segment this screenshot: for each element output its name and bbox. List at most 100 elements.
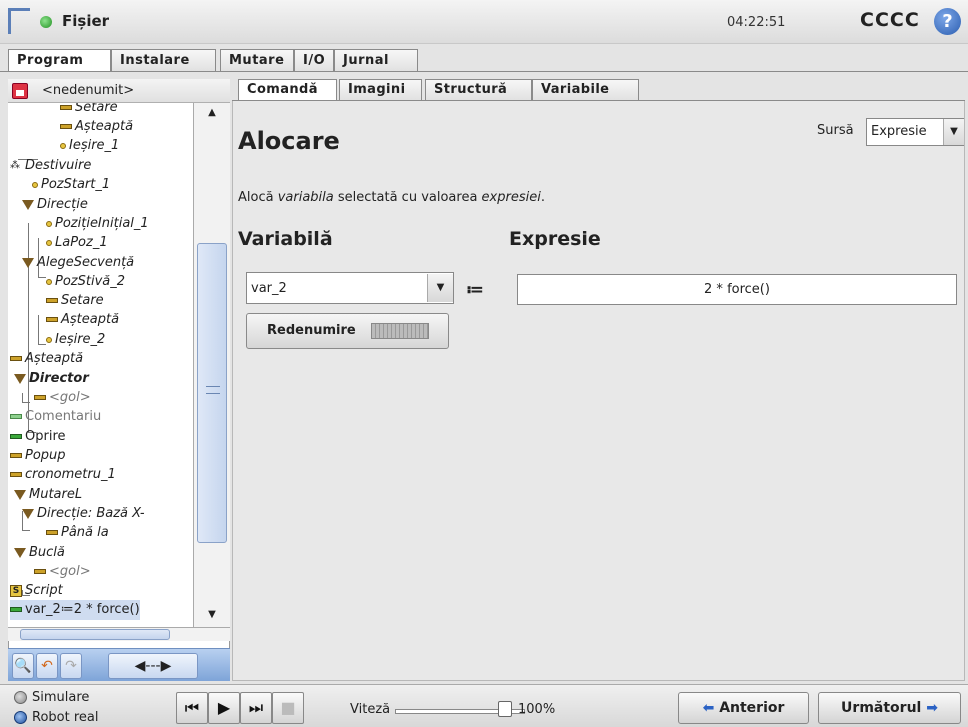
tab-structure[interactable]: Structură: [425, 79, 532, 101]
tab-divider: [0, 71, 968, 72]
popup-icon: [10, 453, 22, 458]
scroll-thumb[interactable]: [197, 243, 227, 543]
tree-node[interactable]: Ieșire_1: [60, 136, 119, 156]
play-icon[interactable]: ▶: [208, 692, 240, 724]
save-icon[interactable]: [12, 83, 28, 99]
tree-node[interactable]: Așteaptă: [46, 310, 119, 330]
simulation-radio[interactable]: [14, 691, 27, 704]
search-icon[interactable]: 🔍: [12, 653, 34, 679]
set-icon: [60, 105, 72, 110]
tree-node[interactable]: Director: [14, 369, 89, 389]
output-icon: [46, 336, 52, 343]
tree-node[interactable]: ⁂ Destivuire: [10, 156, 91, 176]
script-icon: S: [10, 584, 22, 597]
source-label: Sursă: [817, 123, 854, 138]
speed-label: Viteză: [350, 702, 391, 717]
output-icon: [46, 239, 52, 246]
stop-icon[interactable]: ■: [272, 692, 304, 724]
empty-icon: [34, 569, 46, 574]
clock: 04:22:51: [727, 15, 786, 30]
scroll-thumb[interactable]: [20, 629, 170, 640]
rename-button[interactable]: Redenumire: [246, 313, 449, 349]
tree-node[interactable]: Direcție: [22, 195, 88, 215]
pallet-icon: ⁂: [10, 159, 20, 171]
next-button[interactable]: Următorul ➡: [818, 692, 961, 724]
tree-node[interactable]: Setare: [46, 291, 104, 311]
tree-node[interactable]: S Script: [10, 581, 63, 601]
tree-node[interactable]: Oprire: [10, 427, 66, 447]
keyboard-icon: [371, 323, 429, 339]
tab-io[interactable]: I/O: [294, 49, 334, 72]
chevron-down-icon[interactable]: ▼: [427, 274, 453, 302]
ur-logo: [8, 8, 30, 34]
tab-images[interactable]: Imagini: [339, 79, 422, 101]
tree-node[interactable]: <gol>: [34, 388, 91, 408]
output-icon: [46, 278, 52, 285]
real-robot-radio[interactable]: [14, 711, 27, 724]
variable-value: var_2: [251, 281, 287, 296]
tree-toolbar: 🔍 ↶ ↷ ◀---▶: [8, 648, 230, 681]
rename-label: Redenumire: [267, 323, 356, 338]
folder-icon: [14, 489, 26, 500]
tree-node[interactable]: Popup: [10, 446, 66, 466]
tree-vertical-scrollbar[interactable]: ▲ ▼: [193, 103, 230, 627]
page-title: Alocare: [238, 127, 340, 155]
move-node-icon[interactable]: ◀---▶: [108, 653, 198, 679]
folder-icon: [22, 508, 34, 519]
tree-horizontal-scrollbar[interactable]: [8, 627, 230, 641]
tree-node[interactable]: Direcție: Bază X-: [22, 504, 145, 524]
tree-node[interactable]: Comentariu: [10, 407, 101, 427]
scroll-up-icon[interactable]: ▲: [194, 107, 230, 125]
redo-icon[interactable]: ↷: [60, 653, 82, 679]
tree-node[interactable]: <gol>: [34, 562, 91, 582]
assignment-icon: [10, 607, 22, 612]
speed-value: 100%: [518, 702, 556, 717]
scroll-down-icon[interactable]: ▼: [194, 609, 230, 627]
tab-move[interactable]: Mutare: [220, 49, 294, 72]
undo-icon[interactable]: ↶: [36, 653, 58, 679]
skip-to-start-icon[interactable]: ⏮: [176, 692, 208, 724]
grip-icon: [206, 386, 220, 394]
tab-log[interactable]: Jurnal: [334, 49, 418, 72]
comment-icon: [10, 414, 22, 419]
tree-node[interactable]: PozStivă_2: [46, 272, 125, 292]
help-icon[interactable]: ?: [934, 8, 961, 35]
tree-node[interactable]: Până la: [46, 523, 109, 543]
assign-symbol: ≔: [466, 280, 485, 300]
program-name: <nedenumit>: [42, 83, 135, 98]
tree-node-selected[interactable]: var_2≔2 * force(): [10, 600, 140, 620]
tab-program[interactable]: Program: [8, 49, 111, 72]
arrow-left-icon: ⬅: [702, 700, 720, 716]
tree-node[interactable]: Ieșire_2: [46, 330, 105, 350]
tree-node[interactable]: PozStart_1: [32, 175, 110, 195]
output-icon: [46, 220, 52, 227]
tree-node[interactable]: Buclă: [14, 543, 65, 563]
tree-node[interactable]: LaPoz_1: [46, 233, 108, 253]
tree-node[interactable]: cronometru_1: [10, 465, 116, 485]
robot-name: CCCC: [860, 9, 920, 31]
step-icon[interactable]: ⏭: [240, 692, 272, 724]
file-menu[interactable]: Fișier: [62, 12, 109, 30]
output-icon: [60, 142, 66, 149]
tree-node[interactable]: MutareL: [14, 485, 82, 505]
empty-icon: [34, 395, 46, 400]
source-select[interactable]: Expresie ▼: [866, 118, 964, 146]
description: Alocă variabila selectată cu valoarea ex…: [238, 190, 545, 205]
stop-icon: [10, 434, 22, 439]
previous-button[interactable]: ⬅ Anterior: [678, 692, 809, 724]
tab-command[interactable]: Comandă: [238, 79, 337, 101]
tab-installation[interactable]: Instalare: [111, 49, 216, 72]
tree-node[interactable]: Așteaptă: [10, 349, 83, 369]
tree-node[interactable]: Așteaptă: [60, 117, 133, 137]
command-panel: [232, 101, 965, 681]
tree-node[interactable]: PozițieInițial_1: [46, 214, 149, 234]
variable-select[interactable]: var_2 ▼: [246, 272, 454, 304]
tree-node[interactable]: AlegeSecvență: [22, 253, 134, 273]
tree-node[interactable]: Setare: [60, 103, 118, 118]
real-robot-label: Robot real: [32, 710, 99, 725]
tab-variables[interactable]: Variabile: [532, 79, 639, 101]
expression-field[interactable]: 2 * force(): [517, 274, 957, 305]
speed-slider-knob[interactable]: [498, 701, 512, 717]
chevron-down-icon[interactable]: ▼: [943, 119, 964, 145]
until-icon: [46, 530, 58, 535]
